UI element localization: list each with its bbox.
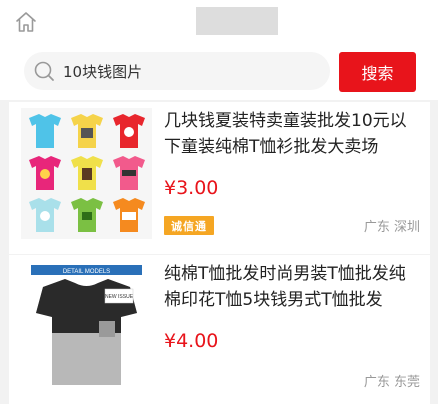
- search-input[interactable]: 10块钱图片: [24, 52, 330, 90]
- product-card[interactable]: DETAIL MODELS NEW ISSUE 纯棉T恤批发时尚男装T恤批发纯棉…: [9, 255, 430, 404]
- search-button[interactable]: 搜索: [339, 52, 416, 92]
- product-price: ¥3.00: [164, 177, 219, 199]
- product-title[interactable]: 几块钱夏装特卖童装批发10元以下童装纯棉T恤衫批发大卖场: [164, 108, 422, 160]
- home-icon: [16, 12, 36, 32]
- product-location: 广东 深圳: [363, 220, 420, 235]
- product-location: 广东 东莞: [363, 375, 420, 390]
- page-title-placeholder: [196, 7, 278, 35]
- product-title[interactable]: 纯棉T恤批发时尚男装T恤批发纯棉印花T恤5块钱男式T恤批发: [164, 261, 422, 313]
- image-subcaption: NEW ISSUE: [105, 294, 134, 300]
- product-image-kids-tshirts[interactable]: [21, 108, 152, 239]
- search-icon: [34, 61, 54, 81]
- product-image-mens-tshirt[interactable]: DETAIL MODELS NEW ISSUE: [21, 261, 152, 392]
- product-price: ¥4.00: [164, 330, 219, 352]
- search-bar: 10块钱图片 搜索: [0, 44, 438, 100]
- chengxintong-badge: 诚信通: [164, 216, 214, 235]
- image-caption: DETAIL MODELS: [63, 269, 110, 275]
- product-card[interactable]: 几块钱夏装特卖童装批发10元以下童装纯棉T恤衫批发大卖场 ¥3.00 诚信通 广…: [9, 102, 430, 254]
- search-query-text: 10块钱图片: [63, 62, 143, 81]
- mens-tshirt-image: DETAIL MODELS NEW ISSUE: [21, 261, 152, 392]
- kids-tshirts-image: [21, 108, 152, 239]
- home-button[interactable]: [13, 9, 39, 35]
- top-nav-bar: [0, 0, 438, 44]
